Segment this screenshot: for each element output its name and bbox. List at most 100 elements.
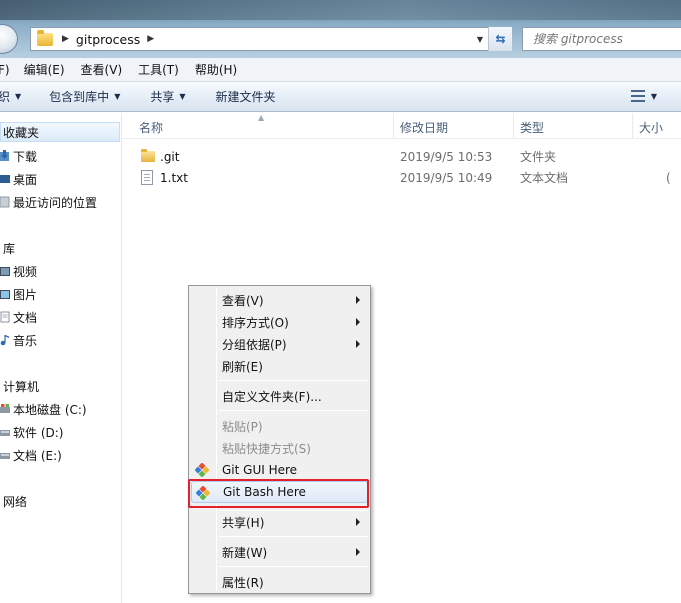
menu-edit[interactable]: 编辑(E) (24, 61, 65, 78)
menu-item-sort-by[interactable]: 排序方式(O) (191, 311, 368, 333)
nav-item-videos[interactable]: 视频 (0, 261, 37, 281)
nav-item-label: 视频 (13, 264, 38, 279)
chevron-down-icon: ▼ (179, 92, 186, 101)
nav-item-downloads[interactable]: 下载 (0, 146, 37, 166)
window-chrome (0, 0, 681, 20)
address-bar[interactable]: ▶ gitprocess ▶ ▼ ⇆ (30, 27, 512, 51)
back-button[interactable] (0, 24, 18, 54)
music-icon (0, 335, 9, 346)
organize-button[interactable]: 织 ▼ (0, 88, 21, 105)
column-divider[interactable] (632, 113, 633, 139)
menu-item-label: 排序方式(O) (222, 315, 289, 330)
column-date[interactable]: 修改日期 (400, 119, 448, 136)
chevron-down-icon: ▼ (650, 91, 657, 101)
file-type: 文本文档 (520, 171, 569, 185)
column-header: ▲ 名称 修改日期 类型 大小 (122, 113, 681, 139)
nav-item-label: 最近访问的位置 (13, 195, 98, 210)
menu-item-paste[interactable]: 粘贴(P) (191, 415, 368, 437)
breadcrumb-chevron-icon[interactable]: ▶ (62, 34, 69, 44)
refresh-icon: ⇆ (495, 32, 506, 46)
menu-bar: F) 编辑(E) 查看(V) 工具(T) 帮助(H) (0, 58, 681, 82)
menu-item-label: 新建(W) (222, 545, 268, 560)
nav-item-label: 图片 (13, 287, 38, 302)
view-options-button[interactable]: ▼ (630, 90, 657, 102)
file-size: ( (666, 170, 671, 185)
nav-item-desktop[interactable]: 桌面 (0, 169, 37, 189)
menu-item-label: 查看(V) (222, 293, 264, 308)
breadcrumb-item[interactable]: gitprocess (76, 32, 140, 47)
menu-item-label: Git GUI Here (222, 463, 298, 477)
nav-item-pictures[interactable]: 图片 (0, 284, 37, 304)
column-divider[interactable] (513, 113, 514, 139)
nav-item-music[interactable]: 音乐 (0, 330, 37, 350)
file-row[interactable]: 1.txt 2019/9/5 10:49 文本文档 ( (122, 167, 681, 188)
nav-libraries[interactable]: 库 (3, 238, 15, 258)
refresh-button[interactable]: ⇆ (488, 27, 512, 51)
nav-item-drive-c[interactable]: 本地磁盘 (C:) (0, 399, 87, 419)
download-icon (0, 150, 9, 161)
text-file-icon (141, 170, 153, 185)
menu-item-paste-shortcut[interactable]: 粘贴快捷方式(S) (191, 437, 368, 459)
command-bar: 织 ▼ 包含到库中 ▼ 共享 ▼ 新建文件夹 ▼ (0, 82, 681, 112)
video-icon (0, 267, 10, 276)
file-type: 文件夹 (520, 150, 557, 164)
file-date: 2019/9/5 10:53 (400, 149, 493, 164)
menu-view[interactable]: 查看(V) (81, 61, 123, 78)
document-icon (0, 311, 10, 323)
menu-item-properties[interactable]: 属性(R) (191, 571, 368, 593)
nav-item-drive-d[interactable]: 软件 (D:) (0, 422, 63, 442)
menu-item-group-by[interactable]: 分组依据(P) (191, 333, 368, 355)
nav-item-label: 文档 (E:) (13, 448, 62, 463)
file-date: 2019/9/5 10:49 (400, 170, 493, 185)
menu-item-share[interactable]: 共享(H) (191, 511, 368, 533)
column-size[interactable]: 大小 (639, 119, 663, 136)
annotation-highlight-box (188, 479, 369, 508)
file-row[interactable]: .git 2019/9/5 10:53 文件夹 (122, 146, 681, 167)
breadcrumb-chevron-icon[interactable]: ▶ (147, 34, 154, 44)
menu-item-git-gui-here[interactable]: Git GUI Here (191, 459, 368, 481)
menu-file[interactable]: F) (0, 63, 10, 77)
file-name: 1.txt (160, 170, 188, 185)
menu-item-view[interactable]: 查看(V) (191, 289, 368, 311)
menu-separator (219, 566, 368, 567)
new-folder-button[interactable]: 新建文件夹 (216, 88, 276, 105)
column-type[interactable]: 类型 (520, 119, 544, 136)
search-box[interactable] (522, 27, 681, 51)
submenu-arrow-icon (356, 318, 360, 326)
menu-item-customize-folder[interactable]: 自定义文件夹(F)... (191, 385, 368, 407)
nav-group-label: 收藏夹 (3, 125, 40, 140)
nav-favorites[interactable]: 收藏夹 (0, 122, 120, 142)
include-in-library-button[interactable]: 包含到库中 ▼ (49, 88, 120, 105)
menu-help[interactable]: 帮助(H) (195, 61, 237, 78)
file-name: .git (160, 149, 180, 164)
nav-item-recent[interactable]: 最近访问的位置 (0, 192, 97, 212)
nav-item-label: 本地磁盘 (C:) (13, 402, 87, 417)
nav-item-drive-e[interactable]: 文档 (E:) (0, 445, 62, 465)
nav-computer[interactable]: 计算机 (3, 376, 39, 396)
share-label: 共享 (150, 90, 175, 104)
menu-tools[interactable]: 工具(T) (138, 61, 179, 78)
menu-item-new[interactable]: 新建(W) (191, 541, 368, 563)
nav-group-label: 计算机 (3, 379, 40, 394)
new-folder-label: 新建文件夹 (215, 90, 276, 104)
nav-item-documents[interactable]: 文档 (0, 307, 37, 327)
menu-item-label: 刷新(E) (222, 359, 263, 374)
picture-icon (0, 290, 10, 299)
sort-ascending-icon: ▲ (258, 113, 265, 122)
nav-network[interactable]: 网络 (3, 491, 27, 511)
nav-item-label: 下载 (13, 149, 38, 164)
share-button[interactable]: 共享 ▼ (150, 88, 185, 105)
menu-item-label: 共享(H) (222, 515, 265, 530)
nav-group-label: 网络 (3, 494, 28, 509)
submenu-arrow-icon (356, 518, 360, 526)
column-divider[interactable] (393, 113, 394, 139)
menu-item-label: 自定义文件夹(F)... (222, 389, 322, 404)
drive-icon (0, 404, 10, 413)
menu-item-refresh[interactable]: 刷新(E) (191, 355, 368, 377)
organize-label: 织 (0, 90, 11, 104)
column-name[interactable]: 名称 (139, 119, 163, 136)
menu-item-label: 粘贴快捷方式(S) (222, 441, 311, 456)
address-dropdown-icon[interactable]: ▼ (477, 35, 483, 44)
menu-separator (219, 380, 368, 381)
search-input[interactable] (533, 32, 681, 46)
